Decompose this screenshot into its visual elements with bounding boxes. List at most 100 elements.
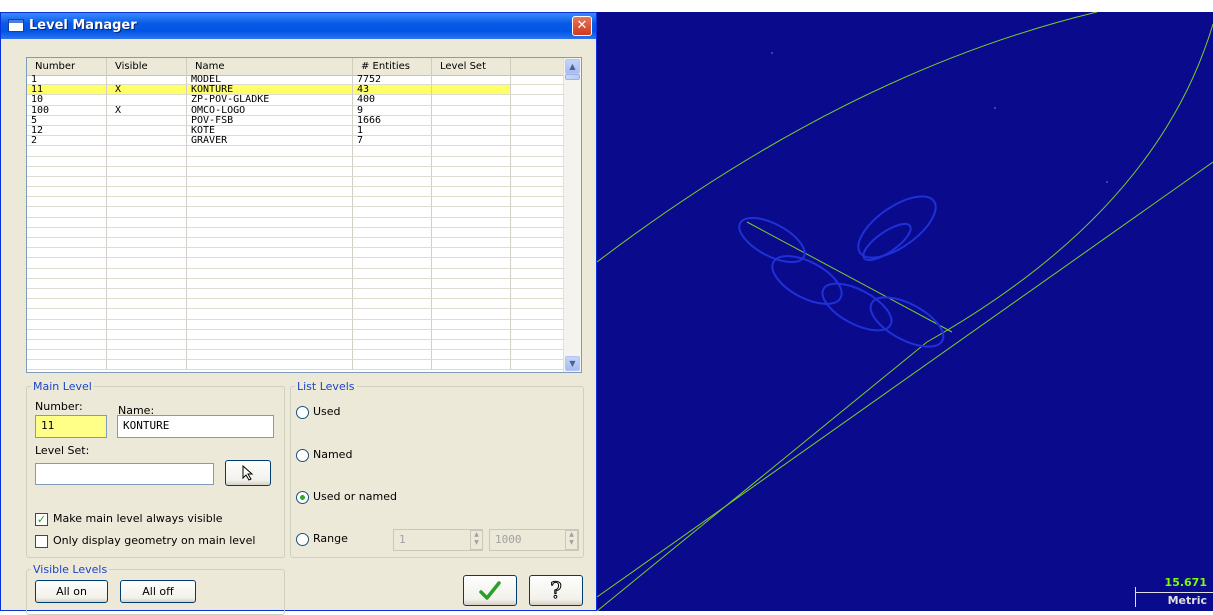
- grid-body: 1 MODEL 7752 11 X KONTURE 43 10 ZP-POV-GLADKE 400…: [27, 75, 565, 371]
- cell-entities[interactable]: 9: [353, 105, 432, 116]
- empty-table-row: [27, 207, 565, 218]
- cell-name[interactable]: MODEL: [187, 75, 353, 86]
- cell-visible[interactable]: [107, 136, 187, 147]
- cell-filler: [511, 218, 565, 228]
- cell-name: [187, 299, 353, 310]
- cell-level-set[interactable]: [432, 105, 511, 116]
- cell-number: [27, 288, 107, 300]
- cell-entities[interactable]: 7: [353, 136, 432, 147]
- cell-visible: [107, 288, 187, 300]
- range-from-spinner[interactable]: ▲ ▼: [470, 530, 483, 550]
- cell-visible[interactable]: X: [107, 85, 187, 96]
- header-name[interactable]: Name: [187, 58, 353, 75]
- empty-table-row: [27, 258, 565, 269]
- cell-name[interactable]: POV-FSB: [187, 115, 353, 126]
- cell-visible: [107, 278, 187, 289]
- cell-level-set[interactable]: [432, 85, 511, 96]
- radio-used[interactable]: [296, 406, 309, 419]
- cell-level-set[interactable]: [432, 125, 511, 137]
- table-row[interactable]: 100 X OMCO-LOGO 9: [27, 105, 565, 116]
- grid-scrollbar[interactable]: ▲ ▼: [563, 58, 581, 372]
- cell-number[interactable]: 5: [27, 115, 107, 126]
- cell-number: [27, 207, 107, 218]
- cell-visible[interactable]: [107, 95, 187, 106]
- cell-number[interactable]: 10: [27, 95, 107, 106]
- cell-number: [27, 176, 107, 188]
- ok-button[interactable]: [463, 575, 517, 606]
- levels-grid[interactable]: Number Visible Name # Entities Level Set…: [26, 57, 582, 373]
- cell-level-set: [432, 258, 511, 269]
- only-display-checkbox[interactable]: [35, 535, 48, 548]
- always-visible-label: Make main level always visible: [53, 512, 223, 525]
- header-entities[interactable]: # Entities: [353, 58, 432, 75]
- cell-name[interactable]: GRAVER: [187, 136, 353, 147]
- graphics-viewport[interactable]: 15.671 Metric: [597, 12, 1213, 611]
- cell-entities: [353, 360, 432, 371]
- cell-number: [27, 278, 107, 289]
- level-set-field[interactable]: [35, 463, 214, 485]
- cell-level-set[interactable]: [432, 136, 511, 147]
- cell-number[interactable]: 11: [27, 85, 107, 96]
- scroll-up-icon[interactable]: ▲: [565, 59, 580, 74]
- cell-level-set[interactable]: [432, 115, 511, 126]
- cell-name: [187, 156, 353, 167]
- scroll-down-icon[interactable]: ▼: [565, 356, 580, 371]
- header-level-set[interactable]: Level Set: [432, 58, 511, 75]
- always-visible-checkbox[interactable]: ✓: [35, 513, 48, 526]
- cell-visible[interactable]: X: [107, 105, 187, 116]
- help-button[interactable]: ?: [529, 575, 583, 606]
- cell-number[interactable]: 1: [27, 75, 107, 86]
- scroll-thumb[interactable]: [565, 74, 580, 80]
- cell-level-set[interactable]: [432, 75, 511, 86]
- cell-level-set[interactable]: [432, 95, 511, 106]
- cell-name[interactable]: KOTE: [187, 125, 353, 137]
- cell-entities[interactable]: 1: [353, 125, 432, 137]
- cell-filler: [511, 228, 565, 238]
- cell-number: [27, 238, 107, 249]
- close-button[interactable]: ✕: [572, 16, 592, 36]
- cell-entities[interactable]: 1666: [353, 115, 432, 126]
- table-row[interactable]: 1 MODEL 7752: [27, 75, 565, 86]
- empty-table-row: [27, 176, 565, 188]
- cell-name: [187, 197, 353, 208]
- table-row[interactable]: 10 ZP-POV-GLADKE 400: [27, 95, 565, 106]
- radio-used-or-named[interactable]: [296, 491, 309, 504]
- radio-named[interactable]: [296, 449, 309, 462]
- cell-name[interactable]: ZP-POV-GLADKE: [187, 95, 353, 106]
- cell-entities[interactable]: 7752: [353, 75, 432, 86]
- cell-name[interactable]: KONTURE: [187, 85, 353, 96]
- cell-entities[interactable]: 400: [353, 95, 432, 106]
- title-bar[interactable]: Level Manager ✕: [1, 13, 596, 39]
- all-off-button[interactable]: All off: [120, 580, 196, 603]
- cell-name[interactable]: OMCO-LOGO: [187, 105, 353, 116]
- name-field[interactable]: KONTURE: [117, 415, 274, 438]
- range-to-spinner[interactable]: ▲ ▼: [565, 530, 578, 550]
- cell-number[interactable]: 100: [27, 105, 107, 116]
- table-row[interactable]: 11 X KONTURE 43: [27, 85, 565, 96]
- cell-visible[interactable]: [107, 125, 187, 137]
- cell-entities: [353, 309, 432, 320]
- cell-number: [27, 329, 107, 340]
- all-on-button[interactable]: All on: [35, 580, 108, 603]
- header-number[interactable]: Number: [27, 58, 107, 75]
- cell-number[interactable]: 2: [27, 136, 107, 147]
- cell-visible[interactable]: [107, 75, 187, 86]
- table-row[interactable]: 2 GRAVER 7: [27, 136, 565, 147]
- table-row[interactable]: 5 POV-FSB 1666: [27, 115, 565, 126]
- cell-name: [187, 187, 353, 198]
- number-field[interactable]: 11: [35, 415, 107, 438]
- cell-number[interactable]: 12: [27, 125, 107, 137]
- empty-table-row: [27, 319, 565, 330]
- table-row[interactable]: 12 KOTE 1: [27, 125, 565, 137]
- cell-level-set: [432, 309, 511, 320]
- cell-visible: [107, 156, 187, 167]
- cell-number: [27, 319, 107, 330]
- cell-name: [187, 268, 353, 279]
- radio-range[interactable]: [296, 533, 309, 546]
- select-level-set-button[interactable]: [225, 460, 271, 486]
- cell-visible[interactable]: [107, 115, 187, 126]
- cell-visible: [107, 197, 187, 208]
- cell-entities[interactable]: 43: [353, 85, 432, 96]
- viewport-geometry: [597, 12, 1213, 611]
- header-visible[interactable]: Visible: [107, 58, 187, 75]
